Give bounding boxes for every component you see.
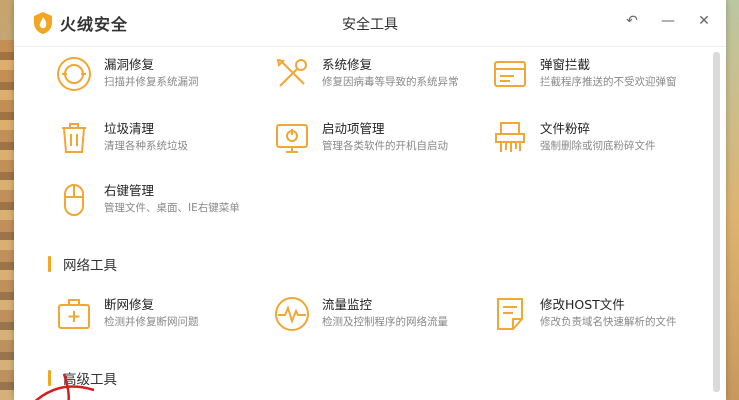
- close-button[interactable]: ✕: [696, 13, 712, 29]
- window-title: 安全工具: [342, 17, 398, 33]
- tool-name: 系统修复: [322, 57, 373, 72]
- tool-desc: 修复因病毒等导致的系统异常: [322, 76, 459, 88]
- title-bar: 火绒安全 安全工具 ↶ — ✕: [14, 0, 726, 47]
- tool-popup-block[interactable]: 弹窗拦截 拦截程序推送的不受欢迎弹窗: [490, 54, 700, 94]
- section-network-tools: 网络工具: [48, 254, 117, 274]
- tool-name: 流量监控: [322, 297, 373, 312]
- tool-desc: 清理各种系统垃圾: [104, 140, 188, 152]
- back-button[interactable]: ↶: [624, 13, 640, 29]
- tool-name: 弹窗拦截: [540, 57, 591, 72]
- tool-desc: 管理各类软件的开机自启动: [322, 140, 448, 152]
- scrollbar[interactable]: [713, 52, 720, 392]
- tool-desc: 检测并修复断网问题: [104, 316, 199, 328]
- tool-vulnerability-repair[interactable]: 漏洞修复 扫描并修复系统漏洞: [54, 54, 264, 94]
- tool-desc: 修改负责域名快速解析的文件: [540, 316, 677, 328]
- popup-window-icon: [494, 61, 526, 87]
- tool-edit-hosts[interactable]: 修改HOST文件 修改负责域名快速解析的文件: [490, 294, 700, 334]
- monitor-power-icon: [276, 124, 308, 153]
- pulse-gauge-icon: [275, 297, 309, 331]
- tool-junk-clean[interactable]: 垃圾清理 清理各种系统垃圾: [54, 118, 264, 158]
- wrench-screwdriver-icon: [276, 58, 307, 87]
- window-controls: ↶ — ✕: [624, 13, 712, 29]
- shield-repair-icon: [57, 57, 91, 91]
- tool-desc: 扫描并修复系统漏洞: [104, 76, 199, 88]
- tool-name: 垃圾清理: [104, 121, 155, 136]
- tool-name: 修改HOST文件: [540, 297, 625, 312]
- tool-name: 右键管理: [104, 183, 155, 198]
- security-tools-window: 火绒安全 安全工具 ↶ — ✕ 漏洞修复 扫描并修复系统漏洞 系统修复 修复因病…: [14, 0, 726, 400]
- tool-system-repair[interactable]: 系统修复 修复因病毒等导致的系统异常: [272, 54, 482, 94]
- tool-desc: 拦截程序推送的不受欢迎弹窗: [540, 76, 677, 88]
- red-annotation-scribble: [34, 373, 95, 400]
- document-edit-icon: [497, 298, 523, 330]
- tool-name: 文件粉碎: [540, 121, 591, 136]
- tool-name: 漏洞修复: [104, 57, 155, 72]
- tool-startup-manager[interactable]: 启动项管理 管理各类软件的开机自启动: [272, 118, 482, 158]
- section-marker: [48, 256, 51, 272]
- first-aid-kit-icon: [58, 299, 90, 329]
- tool-context-menu[interactable]: 右键管理 管理文件、桌面、IE右键菜单: [54, 180, 264, 220]
- tool-name: 启动项管理: [322, 121, 385, 136]
- tool-name: 断网修复: [104, 297, 155, 312]
- tool-traffic-monitor[interactable]: 流量监控 检测及控制程序的网络流量: [272, 294, 482, 334]
- tool-file-shredder[interactable]: 文件粉碎 强制删除或彻底粉碎文件: [490, 118, 700, 158]
- tool-desc: 检测及控制程序的网络流量: [322, 316, 448, 328]
- tool-network-repair[interactable]: 断网修复 检测并修复断网问题: [54, 294, 264, 334]
- shredder-icon: [495, 122, 525, 152]
- mouse-icon: [64, 184, 84, 216]
- trash-can-icon: [62, 123, 86, 153]
- tool-desc: 管理文件、桌面、IE右键菜单: [104, 202, 240, 214]
- minimize-button[interactable]: —: [660, 13, 676, 29]
- tool-desc: 强制删除或彻底粉碎文件: [540, 140, 656, 152]
- section-title: 网络工具: [63, 258, 117, 274]
- tools-content: 漏洞修复 扫描并修复系统漏洞 系统修复 修复因病毒等导致的系统异常 弹窗拦截 拦…: [14, 46, 726, 400]
